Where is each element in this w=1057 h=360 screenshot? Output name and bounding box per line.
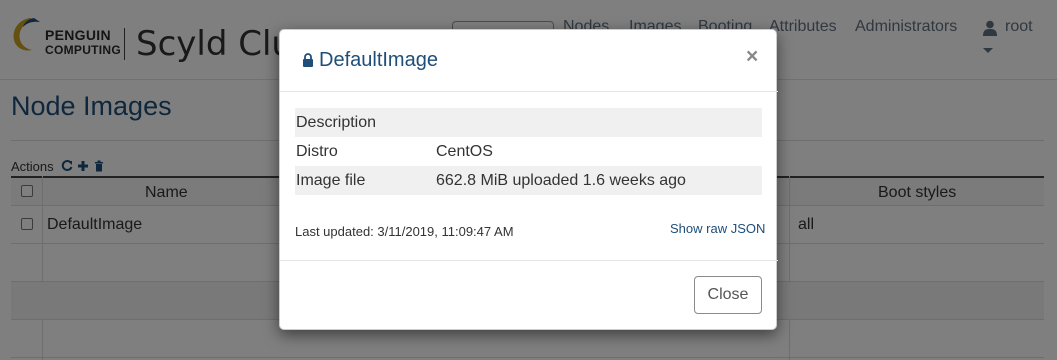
- close-icon[interactable]: ×: [746, 46, 758, 67]
- image-details-modal: DefaultImage × Description Distro CentOS…: [279, 29, 778, 330]
- info-value: CentOS: [436, 143, 493, 160]
- modal-footer-divider: [280, 260, 778, 261]
- info-value: 662.8 MiB uploaded 1.6 weeks ago: [436, 172, 686, 189]
- info-key: Image file: [296, 172, 366, 189]
- info-row-image-file: Image file 662.8 MiB uploaded 1.6 weeks …: [295, 166, 762, 195]
- close-button[interactable]: Close: [694, 276, 762, 314]
- last-updated-text: Last updated: 3/11/2019, 11:09:47 AM: [295, 224, 514, 239]
- modal-title: DefaultImage: [319, 49, 438, 71]
- lock-icon: [303, 53, 313, 67]
- modal-header: DefaultImage ×: [280, 30, 778, 92]
- show-raw-json-link[interactable]: Show raw JSON: [670, 221, 765, 236]
- info-key: Distro: [296, 143, 338, 160]
- info-row-distro: Distro CentOS: [295, 137, 762, 166]
- info-key: Description: [296, 114, 377, 131]
- info-row-description: Description: [295, 108, 762, 137]
